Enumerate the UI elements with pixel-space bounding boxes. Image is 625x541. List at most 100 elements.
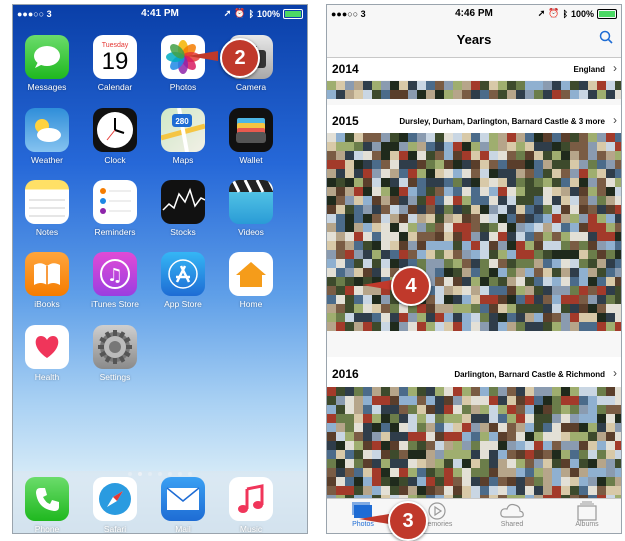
photo-mosaic-2015[interactable] <box>327 133 621 331</box>
app-notes[interactable]: Notes <box>17 180 77 237</box>
maps-icon: 280 <box>161 108 205 152</box>
ibooks-icon <box>25 252 69 296</box>
app-maps[interactable]: 280 Maps <box>153 108 213 165</box>
app-label: Reminders <box>94 227 136 237</box>
photo-mosaic-2016[interactable] <box>327 387 621 501</box>
app-phone[interactable]: Phone <box>17 477 77 534</box>
phone-icon <box>25 477 69 521</box>
home-screen: ●●●○○ 3 4:41 PM ➚ ⏰ ᛒ 100% Messages Tuesd… <box>12 4 308 534</box>
app-clock[interactable]: Clock <box>85 108 145 165</box>
year-label: 2015 <box>332 114 359 128</box>
battery-icon <box>283 8 303 19</box>
albums-tab-icon <box>557 501 617 521</box>
app-store-icon <box>161 252 205 296</box>
mail-icon <box>161 477 205 521</box>
year-row-2016[interactable]: 2016 Darlington, Barnard Castle & Richmo… <box>327 357 621 387</box>
app-itunes-store[interactable]: ♫ iTunes Store <box>85 252 145 309</box>
app-label: Photos <box>169 82 197 92</box>
search-icon[interactable] <box>599 30 613 49</box>
wallet-icon <box>229 108 273 152</box>
app-label: Music <box>239 524 263 534</box>
app-label: Messages <box>27 82 67 92</box>
reminders-icon <box>93 180 137 224</box>
app-label: App Store <box>164 299 202 309</box>
battery-percent: 100% <box>256 8 280 19</box>
year-row-2014[interactable]: 2014 England › <box>327 58 621 80</box>
year-label: 2014 <box>332 62 359 76</box>
app-messages[interactable]: Messages <box>17 35 77 92</box>
stocks-icon <box>161 180 205 224</box>
app-music[interactable]: Music <box>221 477 281 534</box>
status-bar: ●●●○○ 3 4:41 PM ➚ ⏰ ᛒ 100% <box>13 5 307 23</box>
bluetooth-icon: ᛒ <box>248 8 254 19</box>
tab-albums[interactable]: Albums <box>557 501 617 528</box>
settings-icon <box>93 325 137 369</box>
app-label: Notes <box>35 227 59 237</box>
battery-icon <box>597 8 617 19</box>
page-title: Years <box>456 32 492 47</box>
year-locations: Darlington, Barnard Castle & Richmond <box>454 370 605 379</box>
videos-icon <box>229 180 273 224</box>
app-label: Videos <box>238 227 264 237</box>
callout-4: 4 <box>391 266 431 306</box>
app-label: Safari <box>103 524 127 534</box>
callout-3-pointer <box>359 514 389 524</box>
itunes-store-icon: ♫ <box>93 252 137 296</box>
tab-shared[interactable]: Shared <box>482 501 542 528</box>
bluetooth-icon: ᛒ <box>562 8 568 19</box>
safari-icon <box>93 477 137 521</box>
app-safari[interactable]: Safari <box>85 477 145 534</box>
callout-2-pointer <box>188 51 218 61</box>
app-reminders[interactable]: Reminders <box>85 180 145 237</box>
app-weather[interactable]: Weather <box>17 108 77 165</box>
location-icon: ➚ <box>223 8 232 18</box>
app-label: Health <box>34 372 60 382</box>
app-label: Mail <box>175 524 191 534</box>
clock-icon <box>93 108 137 152</box>
app-label: Home <box>239 299 263 309</box>
calendar-date: 19 <box>101 47 129 75</box>
app-calendar[interactable]: Tuesday 19 Calendar <box>85 35 145 92</box>
app-label: Phone <box>34 524 60 534</box>
app-videos[interactable]: Videos <box>221 180 281 237</box>
music-icon <box>229 477 273 521</box>
callout-4-pointer <box>362 280 392 290</box>
app-wallet[interactable]: Wallet <box>221 108 281 165</box>
year-label: 2016 <box>332 367 359 381</box>
chevron-right-icon: › <box>613 61 617 75</box>
app-settings[interactable]: Settings <box>85 325 145 382</box>
app-mail[interactable]: Mail <box>153 477 213 534</box>
app-home[interactable]: Home <box>221 252 281 309</box>
callout-3: 3 <box>388 501 428 541</box>
app-label: iBooks <box>34 299 60 309</box>
notes-icon <box>25 180 69 224</box>
photo-mosaic-2014[interactable] <box>327 81 621 99</box>
home-icon <box>229 252 273 296</box>
year-locations: Dursley, Durham, Darlington, Barnard Cas… <box>399 117 605 126</box>
alarm-icon: ⏰ <box>234 8 246 18</box>
app-label: Wallet <box>239 155 263 165</box>
app-photos[interactable]: Photos <box>153 35 213 92</box>
year-row-2015[interactable]: 2015 Dursley, Durham, Darlington, Barnar… <box>327 105 621 133</box>
calendar-icon: Tuesday 19 <box>93 35 137 79</box>
nav-bar: Years <box>327 23 621 58</box>
app-label: Weather <box>31 155 63 165</box>
chevron-right-icon: › <box>613 366 617 380</box>
health-icon <box>25 325 69 369</box>
app-ibooks[interactable]: iBooks <box>17 252 77 309</box>
messages-icon <box>25 35 69 79</box>
app-health[interactable]: Health <box>17 325 77 382</box>
app-stocks[interactable]: Stocks <box>153 180 213 237</box>
app-label: Settings <box>99 372 131 382</box>
app-label: Stocks <box>170 227 196 237</box>
year-locations: England <box>573 65 605 74</box>
dock: Phone Safari Mail Music <box>13 471 307 533</box>
app-label: Camera <box>235 82 267 92</box>
alarm-icon: ⏰ <box>548 8 560 18</box>
shared-tab-icon <box>482 501 542 521</box>
status-bar: ●●●○○ 3 4:46 PM ➚ ⏰ ᛒ 100% <box>327 5 621 23</box>
maps-route-badge: 280 <box>175 117 189 126</box>
app-label: Maps <box>172 155 194 165</box>
app-label: Calendar <box>97 82 133 92</box>
app-app-store[interactable]: App Store <box>153 252 213 309</box>
